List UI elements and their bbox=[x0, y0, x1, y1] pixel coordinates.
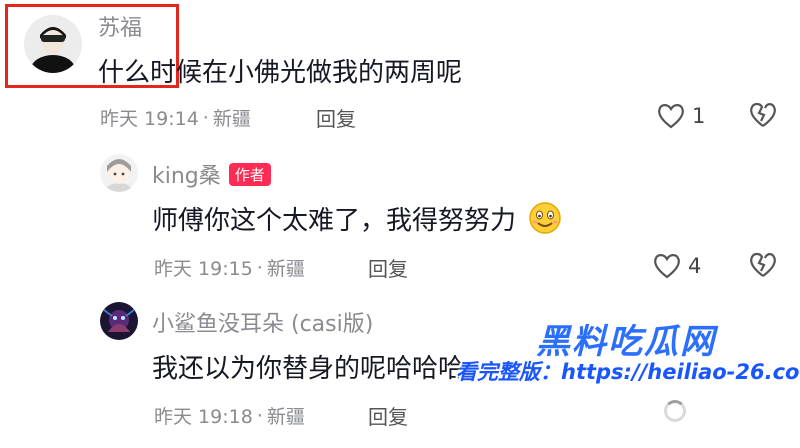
avatar[interactable] bbox=[100, 154, 138, 192]
heart-outline-icon bbox=[658, 104, 684, 129]
comment-username[interactable]: 苏福 bbox=[98, 10, 142, 42]
comment-location: 新疆 bbox=[266, 406, 305, 428]
comment-location: 新疆 bbox=[266, 258, 305, 280]
comment-text: 师傅你这个太难了，我得努努力 bbox=[152, 200, 562, 237]
like-button[interactable]: 4 bbox=[652, 252, 701, 280]
meta-separator: · bbox=[256, 404, 263, 427]
dislike-button[interactable] bbox=[748, 250, 778, 284]
comment-text: 什么时候在小佛光做我的两周呢 bbox=[98, 58, 463, 88]
author-badge: 作者 bbox=[228, 163, 271, 186]
meta-separator: · bbox=[202, 106, 209, 129]
comment-text-content: 师傅你这个太难了，我得努努力 bbox=[152, 206, 517, 236]
comment-meta: 昨天 19:15 · 新疆 bbox=[154, 254, 305, 281]
comment-time: 昨天 19:15 bbox=[154, 258, 253, 280]
broken-heart-icon bbox=[750, 102, 776, 127]
comment-time: 昨天 19:14 bbox=[100, 108, 199, 130]
avatar[interactable] bbox=[100, 302, 138, 340]
smiling-face-icon bbox=[529, 202, 562, 234]
comment-meta: 昨天 19:14 · 新疆 bbox=[100, 104, 251, 131]
like-count: 1 bbox=[692, 104, 706, 128]
comment-text: 我还以为你替身的呢哈哈哈 bbox=[152, 354, 465, 384]
comment-username[interactable]: 小鲨鱼没耳朵 (casi版) bbox=[152, 306, 373, 338]
broken-heart-icon bbox=[750, 252, 776, 277]
comment-item: king桑 作者 师傅你这个太难了，我得努努力 昨天 19:15 · 新疆 回复 … bbox=[0, 150, 800, 290]
comment-username[interactable]: king桑 作者 bbox=[152, 158, 271, 190]
like-button[interactable]: 1 bbox=[656, 102, 705, 130]
heart-outline-icon bbox=[654, 254, 680, 279]
reply-button[interactable]: 回复 bbox=[316, 103, 356, 132]
avatar[interactable] bbox=[24, 15, 82, 73]
reply-button[interactable]: 回复 bbox=[368, 253, 408, 282]
reply-button[interactable]: 回复 bbox=[368, 401, 408, 430]
username-text[interactable]: king桑 bbox=[152, 164, 221, 189]
watermark-url: 看完整版：https://heiliao-26.com bbox=[456, 360, 800, 384]
comment-meta: 昨天 19:18 · 新疆 bbox=[154, 402, 305, 429]
like-count: 4 bbox=[688, 254, 702, 278]
comment-item: 苏福 什么时候在小佛光做我的两周呢 昨天 19:14 · 新疆 回复 1 bbox=[0, 0, 800, 150]
dislike-button[interactable] bbox=[748, 100, 778, 134]
comment-time: 昨天 19:18 bbox=[154, 406, 253, 428]
meta-separator: · bbox=[256, 256, 263, 279]
loading-spinner-icon bbox=[664, 400, 686, 422]
comment-location: 新疆 bbox=[212, 108, 251, 130]
